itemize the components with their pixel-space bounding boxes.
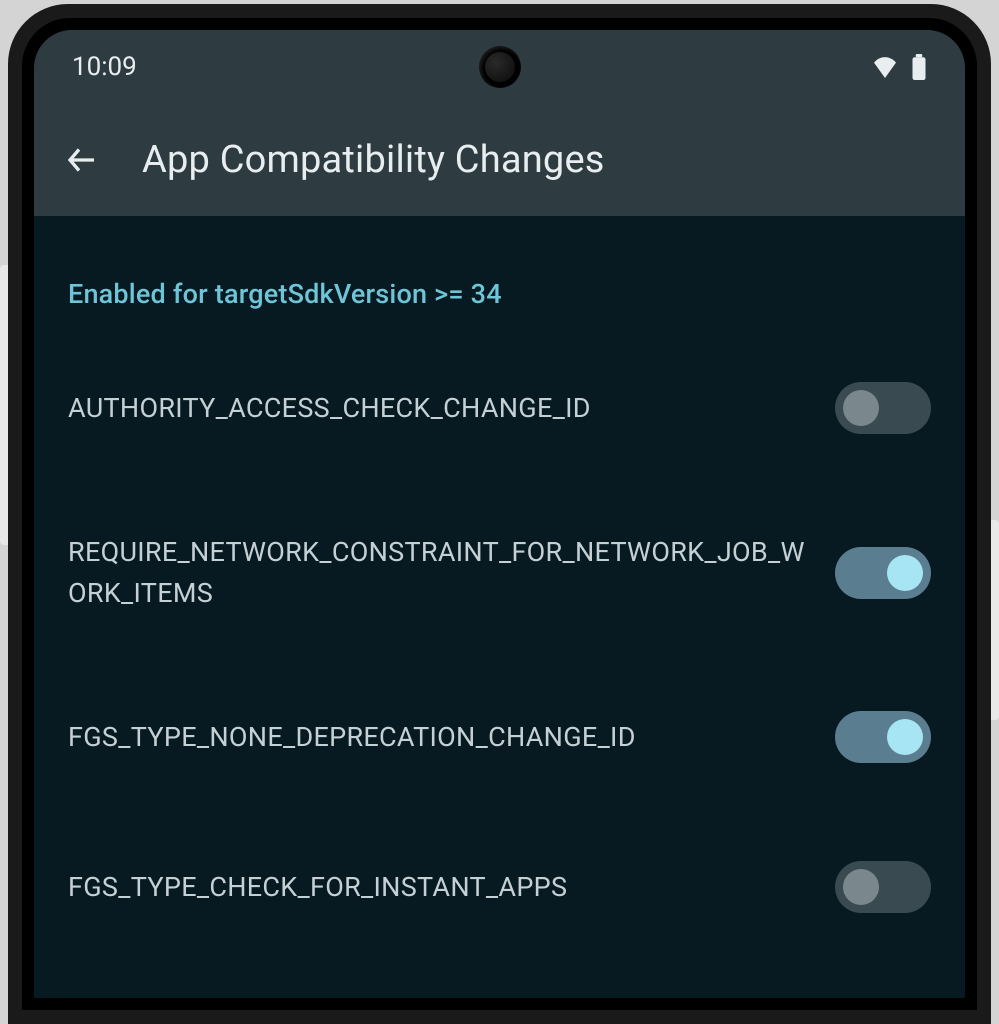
page-title: App Compatibility Changes <box>142 138 605 182</box>
toggle-switch[interactable] <box>835 861 931 913</box>
toggle-thumb <box>887 719 923 755</box>
toggle-thumb <box>843 390 879 426</box>
battery-icon <box>911 54 927 80</box>
status-bar: 10:09 <box>34 30 965 104</box>
setting-row[interactable]: FGS_TYPE_CHECK_FOR_INSTANT_APPS <box>68 841 931 933</box>
screen: 10:09 <box>34 30 965 998</box>
setting-row[interactable]: FGS_TYPE_NONE_DEPRECATION_CHANGE_ID <box>68 691 931 783</box>
setting-label: AUTHORITY_ACCESS_CHECK_CHANGE_ID <box>68 388 805 429</box>
setting-row[interactable]: REQUIRE_NETWORK_CONSTRAINT_FOR_NETWORK_J… <box>68 512 931 633</box>
toggle-thumb <box>887 555 923 591</box>
toggle-thumb <box>843 869 879 905</box>
device-edge-right <box>991 520 999 720</box>
toggle-switch[interactable] <box>835 382 931 434</box>
setting-label: REQUIRE_NETWORK_CONSTRAINT_FOR_NETWORK_J… <box>68 532 805 613</box>
device-edge-left <box>0 265 8 545</box>
toggle-switch[interactable] <box>835 711 931 763</box>
setting-label: FGS_TYPE_CHECK_FOR_INSTANT_APPS <box>68 867 805 908</box>
section-header: Enabled for targetSdkVersion >= 34 <box>68 278 931 310</box>
camera-notch <box>479 46 521 88</box>
app-bar: App Compatibility Changes <box>34 104 965 216</box>
wifi-icon <box>871 56 899 78</box>
setting-row[interactable]: DETACH_THROWS_ISE_ONLY <box>68 991 931 998</box>
device-frame: 10:09 <box>8 4 991 1024</box>
content-area[interactable]: Enabled for targetSdkVersion >= 34 AUTHO… <box>34 216 965 998</box>
settings-list: AUTHORITY_ACCESS_CHECK_CHANGE_ID REQUIRE_… <box>68 362 931 998</box>
back-button[interactable] <box>64 142 100 178</box>
device-frame-inner: 10:09 <box>22 18 977 1010</box>
toggle-switch[interactable] <box>835 547 931 599</box>
setting-label: FGS_TYPE_NONE_DEPRECATION_CHANGE_ID <box>68 717 805 758</box>
status-time: 10:09 <box>72 52 137 82</box>
camera-lens <box>485 52 515 82</box>
status-icons <box>871 54 927 80</box>
setting-row[interactable]: AUTHORITY_ACCESS_CHECK_CHANGE_ID <box>68 362 931 454</box>
